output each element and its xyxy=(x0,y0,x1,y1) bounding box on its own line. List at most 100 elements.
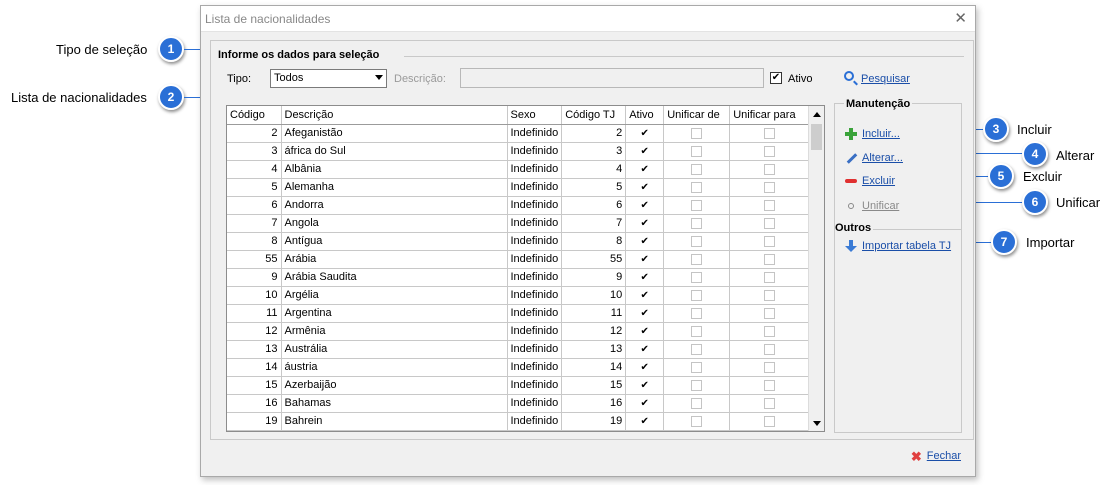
cell-ativo[interactable]: ✔ xyxy=(625,142,665,161)
cell-unificar-de[interactable] xyxy=(663,286,731,305)
nationality-grid[interactable]: Código Descrição Sexo Código TJ Ativo Un… xyxy=(226,105,825,432)
cell-unificar-de[interactable] xyxy=(663,376,731,395)
checkbox-unchecked[interactable] xyxy=(691,271,703,283)
cell-ativo[interactable]: ✔ xyxy=(625,394,665,413)
table-row[interactable]: 3 áfrica do Sul Indefinido 3 ✔ xyxy=(227,142,811,161)
checkbox-unchecked[interactable] xyxy=(691,325,703,337)
checkbox-unchecked[interactable] xyxy=(691,199,703,211)
descricao-input[interactable] xyxy=(460,68,764,88)
checkbox-unchecked[interactable] xyxy=(691,217,703,229)
cell-ativo[interactable]: ✔ xyxy=(625,304,665,323)
checkbox-unchecked[interactable] xyxy=(691,379,703,391)
table-row[interactable]: 2 Afeganistão Indefinido 2 ✔ xyxy=(227,124,811,143)
cell-unificar-para[interactable] xyxy=(729,376,811,395)
alterar-action[interactable]: Alterar... xyxy=(845,152,903,164)
cell-ativo[interactable]: ✔ xyxy=(625,340,665,359)
cell-unificar-para[interactable] xyxy=(729,340,811,359)
cell-unificar-de[interactable] xyxy=(663,178,731,197)
ativo-checkbox[interactable]: ✔ xyxy=(770,72,782,84)
cell-ativo[interactable]: ✔ xyxy=(625,286,665,305)
cell-unificar-para[interactable] xyxy=(729,304,811,323)
importar-action[interactable]: Importar tabela TJ xyxy=(845,240,951,252)
pesquisar-link[interactable]: Pesquisar xyxy=(861,73,910,85)
checkbox-unchecked[interactable] xyxy=(691,343,703,355)
cell-ativo[interactable]: ✔ xyxy=(625,124,665,143)
column-header-unificar-de[interactable]: Unificar de xyxy=(663,106,731,125)
cell-unificar-para[interactable] xyxy=(729,196,811,215)
table-row[interactable]: 19 Bahrein Indefinido 19 ✔ xyxy=(227,412,811,431)
cell-unificar-de[interactable] xyxy=(663,124,731,143)
cell-unificar-para[interactable] xyxy=(729,142,811,161)
table-row[interactable]: 4 Albânia Indefinido 4 ✔ xyxy=(227,160,811,179)
scroll-up-button[interactable] xyxy=(809,106,824,122)
cell-ativo[interactable]: ✔ xyxy=(625,160,665,179)
checkbox-unchecked[interactable] xyxy=(764,163,776,175)
checkbox-unchecked[interactable] xyxy=(691,127,703,139)
cell-unificar-de[interactable] xyxy=(663,160,731,179)
fechar-link[interactable]: Fechar xyxy=(927,450,961,462)
cell-ativo[interactable]: ✔ xyxy=(625,322,665,341)
checkbox-unchecked[interactable] xyxy=(764,361,776,373)
vertical-scrollbar[interactable] xyxy=(808,106,824,431)
checkbox-unchecked[interactable] xyxy=(764,217,776,229)
checkbox-unchecked[interactable] xyxy=(764,325,776,337)
cell-unificar-para[interactable] xyxy=(729,322,811,341)
cell-unificar-de[interactable] xyxy=(663,196,731,215)
cell-unificar-para[interactable] xyxy=(729,268,811,287)
cell-ativo[interactable]: ✔ xyxy=(625,250,665,269)
excluir-action[interactable]: Excluir xyxy=(845,175,895,187)
cell-unificar-para[interactable] xyxy=(729,232,811,251)
table-row[interactable]: 10 Argélia Indefinido 10 ✔ xyxy=(227,286,811,305)
table-row[interactable]: 7 Angola Indefinido 7 ✔ xyxy=(227,214,811,233)
cell-unificar-para[interactable] xyxy=(729,214,811,233)
checkbox-unchecked[interactable] xyxy=(764,343,776,355)
checkbox-unchecked[interactable] xyxy=(764,397,776,409)
alterar-link[interactable]: Alterar... xyxy=(862,152,903,164)
table-row[interactable]: 55 Arábia Indefinido 55 ✔ xyxy=(227,250,811,269)
cell-unificar-de[interactable] xyxy=(663,142,731,161)
checkbox-unchecked[interactable] xyxy=(764,235,776,247)
checkbox-unchecked[interactable] xyxy=(764,253,776,265)
checkbox-unchecked[interactable] xyxy=(764,307,776,319)
checkbox-unchecked[interactable] xyxy=(691,307,703,319)
checkbox-unchecked[interactable] xyxy=(691,361,703,373)
fechar-button[interactable]: ✖ Fechar xyxy=(911,450,961,463)
cell-unificar-para[interactable] xyxy=(729,178,811,197)
checkbox-unchecked[interactable] xyxy=(691,397,703,409)
cell-unificar-de[interactable] xyxy=(663,250,731,269)
cell-ativo[interactable]: ✔ xyxy=(625,196,665,215)
checkbox-unchecked[interactable] xyxy=(691,235,703,247)
cell-unificar-de[interactable] xyxy=(663,232,731,251)
cell-unificar-para[interactable] xyxy=(729,160,811,179)
column-header-ativo[interactable]: Ativo xyxy=(625,106,665,125)
incluir-action[interactable]: Incluir... xyxy=(845,128,900,140)
table-row[interactable]: 14 áustria Indefinido 14 ✔ xyxy=(227,358,811,377)
cell-unificar-para[interactable] xyxy=(729,250,811,269)
checkbox-unchecked[interactable] xyxy=(691,145,703,157)
checkbox-unchecked[interactable] xyxy=(764,199,776,211)
unificar-action[interactable]: Unificar xyxy=(845,200,899,212)
search-icon[interactable] xyxy=(844,71,854,81)
table-row[interactable]: 5 Alemanha Indefinido 5 ✔ xyxy=(227,178,811,197)
cell-ativo[interactable]: ✔ xyxy=(625,214,665,233)
table-row[interactable]: 8 Antígua Indefinido 8 ✔ xyxy=(227,232,811,251)
cell-unificar-de[interactable] xyxy=(663,322,731,341)
cell-unificar-para[interactable] xyxy=(729,394,811,413)
cell-unificar-para[interactable] xyxy=(729,124,811,143)
checkbox-unchecked[interactable] xyxy=(764,289,776,301)
table-row[interactable]: 6 Andorra Indefinido 6 ✔ xyxy=(227,196,811,215)
scroll-thumb[interactable] xyxy=(811,124,822,150)
table-row[interactable]: 13 Austrália Indefinido 13 ✔ xyxy=(227,340,811,359)
checkbox-unchecked[interactable] xyxy=(691,289,703,301)
checkbox-unchecked[interactable] xyxy=(764,271,776,283)
checkbox-unchecked[interactable] xyxy=(764,181,776,193)
scroll-down-button[interactable] xyxy=(809,415,824,431)
cell-ativo[interactable]: ✔ xyxy=(625,412,665,431)
cell-ativo[interactable]: ✔ xyxy=(625,376,665,395)
cell-unificar-de[interactable] xyxy=(663,412,731,431)
cell-unificar-de[interactable] xyxy=(663,304,731,323)
cell-unificar-de[interactable] xyxy=(663,358,731,377)
cell-unificar-de[interactable] xyxy=(663,394,731,413)
incluir-link[interactable]: Incluir... xyxy=(862,128,900,140)
checkbox-unchecked[interactable] xyxy=(691,253,703,265)
